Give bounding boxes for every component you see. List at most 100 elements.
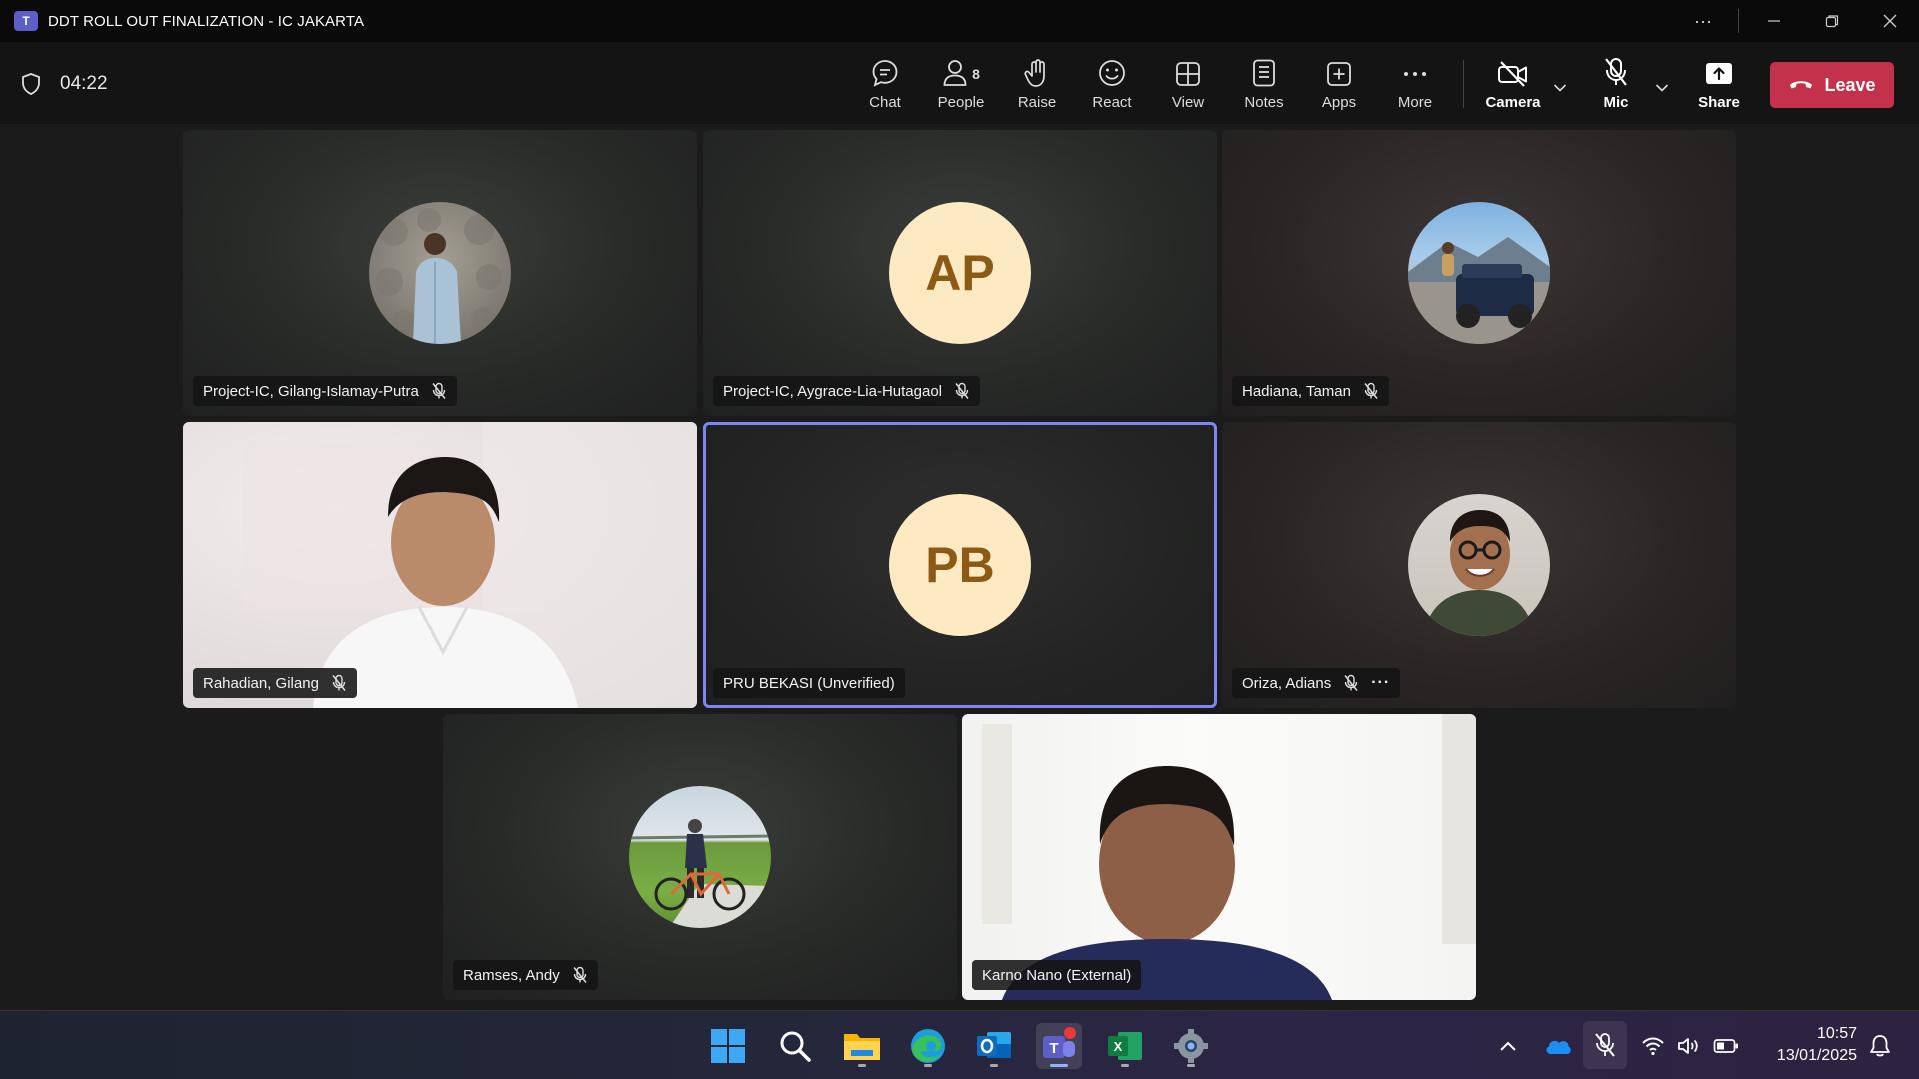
start-button[interactable] — [705, 1023, 751, 1069]
profile-photo — [1408, 237, 1550, 344]
restore-button[interactable] — [1803, 0, 1861, 42]
participant-tile[interactable]: Ramses, Andy — [443, 714, 957, 1000]
gear-icon — [1174, 1029, 1208, 1063]
notes-icon — [1251, 56, 1277, 88]
file-explorer-button[interactable] — [839, 1023, 885, 1069]
participant-more-options-icon[interactable]: ··· — [1371, 674, 1390, 692]
more-button[interactable]: More — [1380, 56, 1450, 111]
settings-button[interactable] — [1168, 1023, 1214, 1069]
participant-tile-active-speaker[interactable]: PB PRU BEKASI (Unverified) — [703, 422, 1217, 708]
svg-text:X: X — [1114, 1039, 1123, 1054]
camera-button[interactable]: Camera — [1478, 56, 1548, 111]
leave-label: Leave — [1824, 74, 1876, 95]
search-icon — [780, 1031, 811, 1062]
notes-label: Notes — [1244, 94, 1284, 111]
avatar — [629, 786, 771, 928]
more-dots-icon — [1401, 56, 1429, 88]
participant-name: PRU BEKASI (Unverified) — [723, 674, 895, 692]
running-indicator — [858, 1064, 866, 1067]
teams-logo-icon: T — [14, 11, 38, 31]
participant-video — [243, 422, 697, 708]
participant-name-tag: Ramses, Andy — [453, 960, 598, 990]
hang-up-icon — [1788, 75, 1814, 96]
excel-button[interactable]: X — [1102, 1023, 1148, 1069]
profile-photo — [629, 819, 771, 928]
chat-button[interactable]: Chat — [850, 56, 920, 111]
people-button[interactable]: 8 People — [926, 56, 996, 111]
video-stage: Project-IC, Gilang-Islamay-Putra AP Proj… — [0, 124, 1919, 1010]
search-button[interactable] — [772, 1023, 818, 1069]
share-label: Share — [1698, 94, 1740, 111]
camera-options-chevron-icon[interactable] — [1553, 80, 1567, 98]
toolbar-divider — [1463, 60, 1464, 108]
mic-muted-icon — [1343, 674, 1359, 692]
profile-photo — [375, 208, 502, 344]
svg-text:T: T — [1049, 1040, 1058, 1057]
participant-name-tag: Project-IC, Aygrace-Lia-Hutagaol — [713, 376, 980, 406]
view-button[interactable]: View — [1153, 56, 1223, 111]
participant-video — [982, 714, 1476, 1000]
react-label: React — [1092, 94, 1132, 111]
show-hidden-icons-chevron-icon[interactable] — [1496, 1011, 1520, 1079]
participant-name-tag: Project-IC, Gilang-Islamay-Putra — [193, 376, 457, 406]
apps-button[interactable]: Apps — [1304, 56, 1374, 111]
clock-time: 10:57 — [1816, 1025, 1857, 1042]
participant-tile[interactable]: Oriza, Adians ··· — [1222, 422, 1736, 708]
teams-button[interactable]: T — [1036, 1023, 1082, 1069]
people-label: People — [937, 94, 985, 111]
edge-browser-button[interactable] — [905, 1023, 951, 1069]
leave-button[interactable]: Leave — [1770, 62, 1894, 108]
profile-photo — [1424, 510, 1534, 636]
mic-muted-tray-icon[interactable] — [1583, 1021, 1627, 1069]
active-indicator — [1050, 1064, 1068, 1067]
avatar — [1408, 202, 1550, 344]
edge-icon — [911, 1029, 945, 1063]
participant-name-tag: Rahadian, Gilang — [193, 668, 357, 698]
outlook-button[interactable] — [971, 1023, 1017, 1069]
participant-name: Project-IC, Aygrace-Lia-Hutagaol — [723, 382, 942, 400]
battery-icon[interactable] — [1712, 1011, 1740, 1079]
notes-button[interactable]: Notes — [1229, 56, 1299, 111]
participant-tile[interactable]: Project-IC, Gilang-Islamay-Putra — [183, 130, 697, 416]
running-indicator — [924, 1064, 932, 1067]
participant-video-tile[interactable]: Rahadian, Gilang — [183, 422, 697, 708]
camera-label: Camera — [1485, 94, 1541, 111]
mic-muted-icon — [331, 674, 347, 692]
participant-name: Karno Nano (External) — [982, 966, 1132, 984]
mic-options-chevron-icon[interactable] — [1655, 80, 1669, 98]
chat-label: Chat — [869, 94, 901, 111]
notification-bell-icon[interactable] — [1867, 1011, 1893, 1079]
mic-muted-icon — [954, 382, 970, 400]
participant-name: Rahadian, Gilang — [203, 674, 319, 692]
participant-tile[interactable]: Hadiana, Taman — [1222, 130, 1736, 416]
close-button[interactable] — [1861, 0, 1919, 42]
windows-logo-icon — [711, 1029, 745, 1063]
participant-name: Oriza, Adians — [1242, 674, 1332, 692]
onedrive-cloud-icon[interactable] — [1543, 1011, 1573, 1079]
participant-video-tile[interactable]: Karno Nano (External) — [962, 714, 1476, 1000]
share-screen-icon — [1704, 56, 1734, 88]
mic-button[interactable]: Mic — [1581, 56, 1651, 111]
minimize-button[interactable] — [1745, 0, 1803, 42]
participant-name: Ramses, Andy — [463, 966, 560, 984]
raise-hand-button[interactable]: Raise — [1002, 56, 1072, 111]
participant-name-tag: Hadiana, Taman — [1232, 376, 1389, 406]
mic-muted-icon — [1363, 382, 1379, 400]
more-options-icon[interactable]: ··· — [1674, 0, 1732, 42]
meeting-toolbar: 04:22 Chat 8 People Raise React View Not… — [0, 42, 1919, 124]
share-button[interactable]: Share — [1684, 56, 1754, 111]
camera-off-icon — [1497, 56, 1529, 88]
system-clock[interactable]: 10:57 13/01/2025 — [1777, 1023, 1857, 1067]
volume-icon[interactable] — [1676, 1011, 1702, 1079]
raise-label: Raise — [1017, 94, 1057, 111]
excel-icon: X — [1108, 1032, 1142, 1060]
divider — [1738, 9, 1739, 33]
participant-tile[interactable]: AP Project-IC, Aygrace-Lia-Hutagaol — [703, 130, 1217, 416]
title-bar: T DDT ROLL OUT FINALIZATION - IC JAKARTA… — [0, 0, 1919, 42]
grid-view-icon — [1174, 56, 1202, 88]
windows-taskbar: T X 10:57 13/01/2025 — [0, 1010, 1919, 1079]
wifi-icon[interactable] — [1640, 1011, 1666, 1079]
mic-off-icon — [1602, 56, 1630, 88]
react-button[interactable]: React — [1077, 56, 1147, 111]
folder-icon — [844, 1034, 880, 1060]
